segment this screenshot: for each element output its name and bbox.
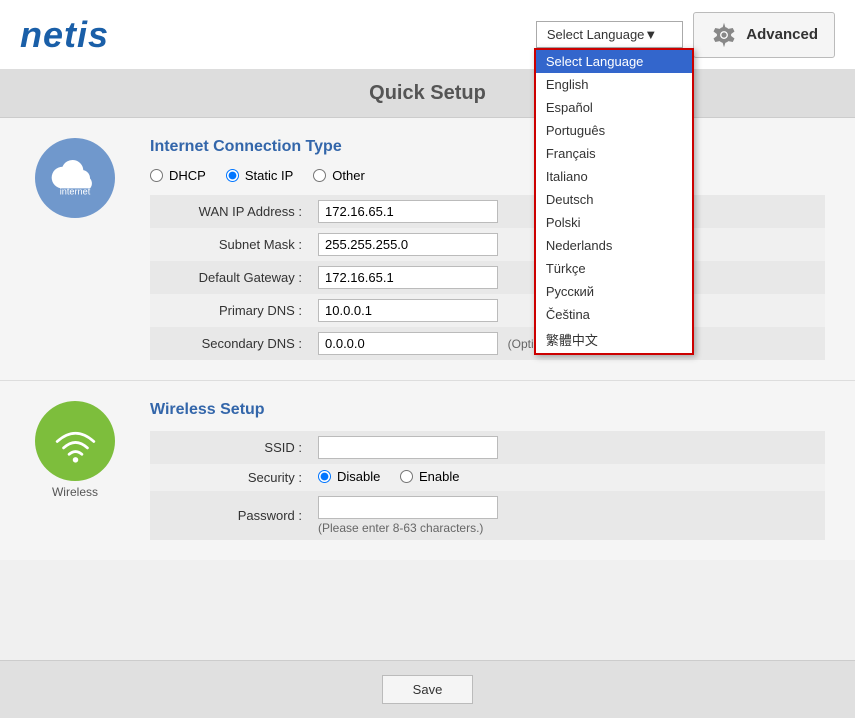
language-option-polski[interactable]: Polski <box>536 211 692 234</box>
wireless-section-title: Wireless Setup <box>150 401 825 419</box>
language-option-select[interactable]: Select Language <box>536 50 692 73</box>
wifi-svg-icon <box>48 414 103 469</box>
enable-radio[interactable] <box>400 470 413 483</box>
security-cell: Disable Enable <box>310 464 825 491</box>
internet-section-title: Internet Connection Type <box>150 138 825 156</box>
wireless-form-table: SSID : Security : Disable <box>150 431 825 540</box>
language-option-italiano[interactable]: Italiano <box>536 165 692 188</box>
advanced-button[interactable]: Advanced <box>693 12 835 58</box>
table-row: SSID : <box>150 431 825 464</box>
password-input[interactable] <box>318 496 498 519</box>
static-radio[interactable] <box>226 169 239 182</box>
header-right: Select Language ▼ Select Language Englis… <box>536 12 835 58</box>
svg-text:internet: internet <box>60 186 91 196</box>
language-option-espanol[interactable]: Español <box>536 96 692 119</box>
disable-label: Disable <box>337 469 380 484</box>
gateway-label: Default Gateway : <box>150 261 310 294</box>
primary-dns-label: Primary DNS : <box>150 294 310 327</box>
language-option-portugues[interactable]: Português <box>536 119 692 142</box>
language-dropdown: Select Language English Español Portuguê… <box>534 48 694 355</box>
wan-ip-input[interactable] <box>318 200 498 223</box>
internet-form-table: WAN IP Address : Subnet Mask : <box>150 195 825 360</box>
secondary-dns-label: Secondary DNS : <box>150 327 310 360</box>
table-row: Subnet Mask : <box>150 228 825 261</box>
enable-radio-group: Enable <box>400 469 459 484</box>
table-row: Default Gateway : <box>150 261 825 294</box>
header: netis Select Language ▼ Select Language … <box>0 0 855 70</box>
wireless-label: Wireless <box>52 485 98 499</box>
secondary-dns-input[interactable] <box>318 332 498 355</box>
language-option-turkce[interactable]: Türkçe <box>536 257 692 280</box>
logo: netis <box>20 14 109 56</box>
page-wrapper: netis Select Language ▼ Select Language … <box>0 0 855 718</box>
table-row: Secondary DNS : (Optional) <box>150 327 825 360</box>
dhcp-radio-group: DHCP <box>150 168 206 183</box>
security-label: Security : <box>150 464 310 491</box>
save-button[interactable]: Save <box>382 675 474 704</box>
language-option-cestina[interactable]: Čeština <box>536 303 692 326</box>
language-option-chinese[interactable]: 繁體中文 <box>536 326 692 353</box>
gateway-input[interactable] <box>318 266 498 289</box>
cloud-svg: internet <box>50 158 100 198</box>
ssid-label: SSID : <box>150 431 310 464</box>
wireless-section-content: Wireless Wireless Setup SSID : Security … <box>30 401 825 540</box>
password-label: Password : <box>150 491 310 540</box>
static-label: Static IP <box>245 168 293 183</box>
password-cell: (Please enter 8-63 characters.) <box>310 491 825 540</box>
disable-radio[interactable] <box>318 470 331 483</box>
language-select-button[interactable]: Select Language ▼ <box>536 21 683 48</box>
table-row: Primary DNS : <box>150 294 825 327</box>
password-hint: (Please enter 8-63 characters.) <box>318 521 817 535</box>
language-select-label: Select Language <box>547 27 645 42</box>
other-label: Other <box>332 168 365 183</box>
wireless-icon-wrap: Wireless <box>30 401 120 499</box>
language-option-nederlands[interactable]: Nederlands <box>536 234 692 257</box>
subnet-input[interactable] <box>318 233 498 256</box>
ssid-input[interactable] <box>318 436 498 459</box>
primary-dns-input[interactable] <box>318 299 498 322</box>
gear-icon <box>710 21 738 49</box>
dropdown-arrow-icon: ▼ <box>644 27 657 42</box>
other-radio[interactable] <box>313 169 326 182</box>
main-content: Quick Setup internet Internet Connection… <box>0 70 855 660</box>
wireless-icon <box>35 401 115 481</box>
wireless-section-body: Wireless Setup SSID : Security : <box>150 401 825 540</box>
connection-type-row: DHCP Static IP Other <box>150 168 825 183</box>
language-option-francais[interactable]: Français <box>536 142 692 165</box>
table-row: Password : (Please enter 8-63 characters… <box>150 491 825 540</box>
language-option-english[interactable]: English <box>536 73 692 96</box>
ssid-cell <box>310 431 825 464</box>
internet-icon: internet <box>35 138 115 218</box>
enable-label: Enable <box>419 469 459 484</box>
page-title: Quick Setup <box>0 70 855 118</box>
dhcp-radio[interactable] <box>150 169 163 182</box>
language-select-wrapper: Select Language ▼ Select Language Englis… <box>536 21 683 48</box>
advanced-label: Advanced <box>746 26 818 43</box>
subnet-label: Subnet Mask : <box>150 228 310 261</box>
language-option-russian[interactable]: Русский <box>536 280 692 303</box>
internet-section-content: internet Internet Connection Type DHCP <box>30 138 825 360</box>
dhcp-label: DHCP <box>169 168 206 183</box>
internet-section: internet Internet Connection Type DHCP <box>0 118 855 381</box>
wan-ip-label: WAN IP Address : <box>150 195 310 228</box>
wireless-section: Wireless Wireless Setup SSID : Security … <box>0 381 855 560</box>
other-radio-group: Other <box>313 168 365 183</box>
language-option-deutsch[interactable]: Deutsch <box>536 188 692 211</box>
footer-bar: Save <box>0 660 855 718</box>
table-row: WAN IP Address : <box>150 195 825 228</box>
internet-icon-wrap: internet <box>30 138 120 218</box>
static-radio-group: Static IP <box>226 168 293 183</box>
table-row: Security : Disable Enable <box>150 464 825 491</box>
disable-radio-group: Disable <box>318 469 380 484</box>
internet-section-body: Internet Connection Type DHCP Static IP <box>150 138 825 360</box>
